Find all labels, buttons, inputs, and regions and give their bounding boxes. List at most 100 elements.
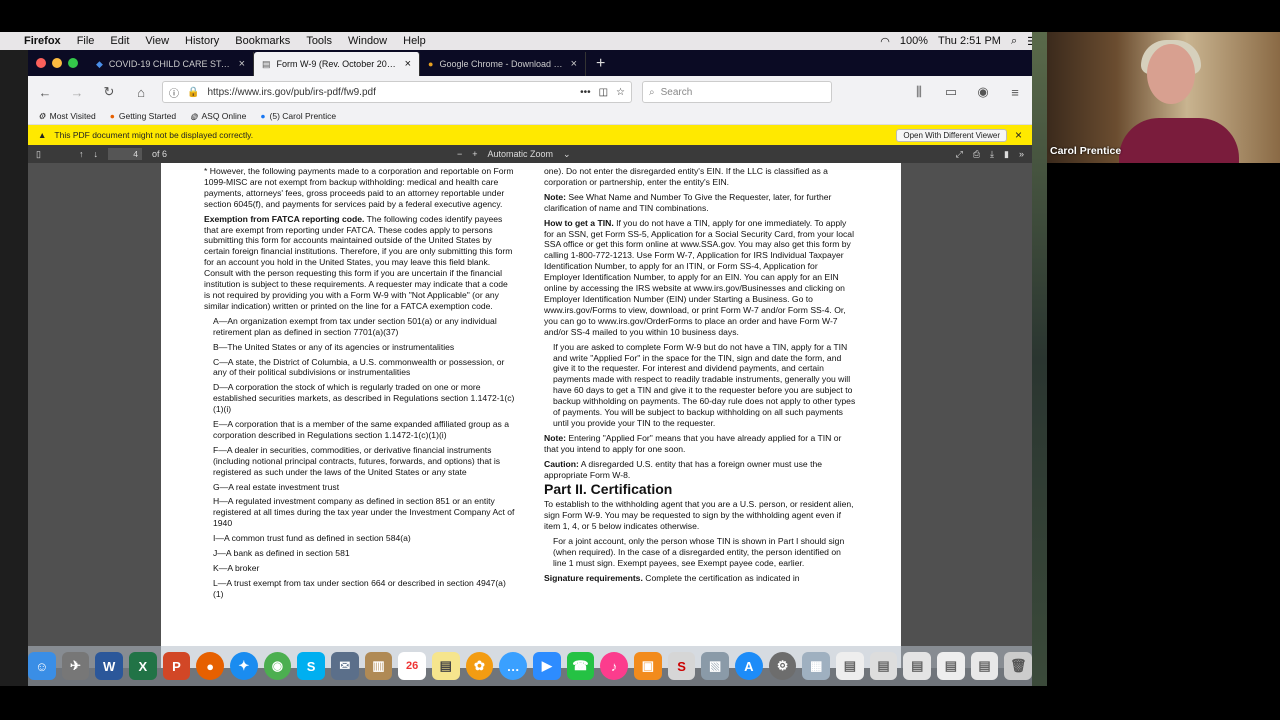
lock-icon[interactable]: 🔒 <box>187 87 199 98</box>
word-icon[interactable]: W <box>95 652 123 680</box>
paragraph-text: K—A broker <box>213 563 260 573</box>
close-tab-icon[interactable]: × <box>571 58 577 70</box>
download-icon[interactable]: ⤓ <box>990 149 994 160</box>
presentation-mode-icon[interactable]: ⤢ <box>956 149 963 160</box>
next-page-icon[interactable]: ↓ <box>93 149 98 159</box>
paragraph-text: Complete the certification as indicated … <box>642 572 800 583</box>
paragraph: * However, the following payments made t… <box>204 166 516 210</box>
zoom-window-button[interactable] <box>68 58 78 68</box>
close-tab-icon[interactable]: × <box>239 58 245 70</box>
open-with-different-viewer-button[interactable]: Open With Different Viewer <box>896 128 1007 142</box>
print-icon[interactable]: ⎙ <box>973 149 980 160</box>
menu-history[interactable]: History <box>177 35 227 47</box>
search-icon: ⌕ <box>649 86 655 98</box>
safari-icon[interactable]: ✦ <box>229 652 258 680</box>
powerpoint-icon[interactable]: P <box>162 652 191 680</box>
chrome-icon[interactable]: ◉ <box>263 652 292 680</box>
menu-view[interactable]: View <box>137 35 177 47</box>
paragraph-lead: Signature requirements. <box>544 572 643 583</box>
wifi-icon[interactable]: ◠ <box>880 35 890 48</box>
paragraph: For a joint account, only the person who… <box>544 536 856 569</box>
paragraph-text: A disregarded U.S. entity that has a for… <box>544 458 823 480</box>
books-icon[interactable]: ▣ <box>634 652 662 680</box>
library-icon[interactable]: ⫼ <box>908 81 930 103</box>
menu-app-name[interactable]: Firefox <box>16 35 69 47</box>
hamburger-menu-icon[interactable]: ≡ <box>1004 81 1026 103</box>
page-actions-icon[interactable]: ••• <box>580 87 591 98</box>
paragraph-text: E—A corporation that is a member of the … <box>213 419 510 440</box>
close-window-button[interactable] <box>36 58 46 68</box>
clock[interactable]: Thu 2:51 PM <box>938 35 1001 47</box>
firefox-icon[interactable]: ● <box>196 652 224 680</box>
music-icon[interactable]: ♪ <box>600 652 629 680</box>
firefox-window: Firefox File Edit View History Bookmarks… <box>0 32 1047 686</box>
zoom-out-icon[interactable]: − <box>457 149 462 159</box>
trash-icon[interactable]: 🗑 <box>1004 652 1033 680</box>
bookmark-getting-started[interactable]: ● Getting Started <box>110 111 176 121</box>
scrivener-icon[interactable]: S <box>667 652 696 680</box>
contacts-icon[interactable]: ▥ <box>364 652 393 680</box>
tab-google-chrome[interactable]: ● Google Chrome - Download the × <box>420 52 586 76</box>
battery-status[interactable]: 100% <box>900 35 928 47</box>
menu-help[interactable]: Help <box>395 35 434 47</box>
back-arrow-icon[interactable]: ← <box>34 81 56 103</box>
previous-page-icon[interactable]: ↑ <box>79 149 84 159</box>
app-store-icon[interactable]: A <box>735 652 763 680</box>
photos-icon[interactable]: ✿ <box>465 652 494 680</box>
pdf-viewer[interactable]: * However, the following payments made t… <box>28 163 1032 668</box>
finder-icon[interactable]: ☺ <box>27 652 56 680</box>
zoom-in-icon[interactable]: + <box>472 149 477 159</box>
info-icon[interactable]: ⓘ <box>169 85 179 100</box>
facetime-icon[interactable]: ☎ <box>566 652 595 680</box>
forward-arrow-icon[interactable]: → <box>66 81 88 103</box>
toggle-sidebar-icon[interactable]: ▯ <box>36 149 41 160</box>
launchpad-icon[interactable]: ✈ <box>61 652 90 680</box>
messages-icon[interactable]: … <box>499 652 527 680</box>
document-thumbnail-icon[interactable]: ▤ <box>869 652 898 680</box>
image-capture-icon[interactable]: ▦ <box>802 652 831 680</box>
tab-form-w9[interactable]: ▤ Form W-9 (Rev. October 2018) × <box>254 52 420 76</box>
window-controls <box>28 50 88 76</box>
bookmark-icon[interactable]: ▮ <box>1004 149 1009 160</box>
url-text[interactable]: https://www.irs.gov/pub/irs-pdf/fw9.pdf <box>207 87 572 98</box>
page-number-input[interactable]: 4 <box>107 148 142 160</box>
document-thumbnail-icon[interactable]: ▤ <box>937 652 965 680</box>
mail-icon[interactable]: ✉ <box>330 652 359 680</box>
tools-chevron-icon[interactable]: » <box>1019 149 1024 159</box>
pocket-icon[interactable]: ◫ <box>599 87 608 98</box>
search-field[interactable]: ⌕ Search <box>642 81 832 103</box>
menu-tools[interactable]: Tools <box>298 35 340 47</box>
zoom-icon[interactable]: ▶ <box>533 652 561 680</box>
bookmark-asq-online[interactable]: ◍ ASQ Online <box>190 111 246 122</box>
new-tab-plus-icon[interactable]: + <box>586 52 615 76</box>
calendar-icon[interactable]: 26 <box>398 652 426 680</box>
url-bar[interactable]: ⓘ 🔒 https://www.irs.gov/pub/irs-pdf/fw9.… <box>162 81 632 103</box>
menu-file[interactable]: File <box>69 35 103 47</box>
bookmark-star-icon[interactable]: ☆ <box>616 87 625 98</box>
notes-icon[interactable]: ▤ <box>431 652 460 680</box>
spotlight-search-icon[interactable]: ⌕ <box>1011 35 1017 48</box>
home-icon[interactable]: ⌂ <box>130 81 152 103</box>
reload-icon[interactable]: ↻ <box>98 81 120 103</box>
sidebar-icon[interactable]: ▭ <box>940 81 962 103</box>
close-icon[interactable]: × <box>1015 128 1022 142</box>
skype-icon[interactable]: S <box>297 652 325 680</box>
bookmark-most-visited[interactable]: ⚙ Most Visited <box>38 111 96 122</box>
document-thumbnail-icon[interactable]: ▤ <box>836 652 864 680</box>
menu-bookmarks[interactable]: Bookmarks <box>227 35 298 47</box>
system-preferences-icon[interactable]: ⚙ <box>768 652 797 680</box>
minimize-window-button[interactable] <box>52 58 62 68</box>
excel-icon[interactable]: X <box>128 652 157 680</box>
right-column: one). Do not enter the disregarded entit… <box>544 166 856 588</box>
zoom-select[interactable]: Automatic Zoom <box>488 149 554 159</box>
close-tab-icon[interactable]: × <box>405 58 411 70</box>
menu-edit[interactable]: Edit <box>102 35 137 47</box>
chevron-down-icon[interactable]: ⌄ <box>563 149 571 160</box>
preview-icon[interactable]: ▧ <box>701 652 730 680</box>
bookmark-carol-prentice[interactable]: ● (5) Carol Prentice <box>260 111 336 121</box>
menu-window[interactable]: Window <box>340 35 395 47</box>
document-thumbnail-icon[interactable]: ▤ <box>903 652 932 680</box>
account-icon[interactable]: ◉ <box>972 81 994 103</box>
tab-covid-child-care[interactable]: ◆ COVID-19 CHILD CARE STABIL × <box>88 52 254 76</box>
document-thumbnail-icon[interactable]: ▤ <box>970 652 999 680</box>
